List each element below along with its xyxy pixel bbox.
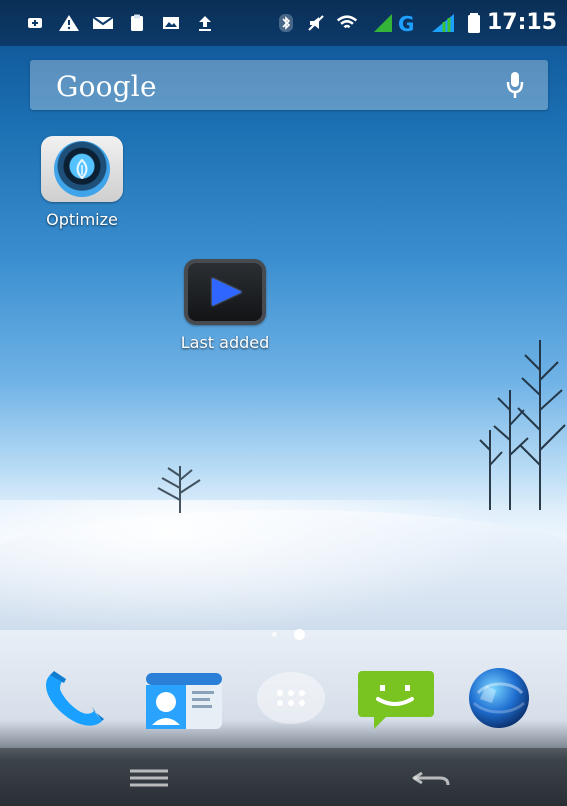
contacts-icon — [146, 673, 222, 729]
bluetooth-icon — [275, 12, 297, 34]
signal-g-icon: G — [372, 12, 424, 34]
plus-badge-icon — [24, 12, 46, 34]
mail-icon — [92, 12, 114, 34]
page-indicator — [270, 629, 310, 641]
wallpaper-snow-hill — [0, 510, 567, 630]
wallpaper-distant-tree — [157, 466, 201, 513]
mic-icon[interactable] — [504, 70, 526, 100]
battery-icon — [463, 12, 485, 34]
play-triangle-icon — [212, 278, 242, 306]
app-label: Last added — [180, 333, 270, 352]
dock-contacts[interactable] — [140, 658, 226, 738]
upload-icon — [194, 12, 216, 34]
dock-phone[interactable] — [32, 658, 118, 738]
svg-text:G: G — [398, 12, 414, 34]
app-optimize[interactable]: Optimize — [36, 136, 128, 229]
google-search-bar[interactable]: Google — [30, 60, 548, 110]
warning-icon — [58, 12, 80, 34]
page-dot-active — [294, 629, 305, 640]
leaf-icon — [76, 159, 88, 179]
menu-icon[interactable] — [126, 765, 172, 791]
app-label: Optimize — [46, 210, 118, 229]
browser-globe-icon — [469, 668, 529, 728]
home-screen: G 17:15 Google Optimize Last added — [0, 0, 567, 806]
messaging-icon — [358, 671, 434, 729]
wallpaper-trees — [479, 340, 566, 510]
phone-icon — [46, 671, 104, 726]
dock-app-drawer[interactable] — [248, 658, 334, 738]
google-search-label: Google — [56, 70, 157, 103]
clipboard-icon — [126, 12, 148, 34]
image-icon — [160, 12, 182, 34]
clock-time: 17:15 — [486, 10, 557, 35]
app-last-added[interactable]: Last added — [170, 259, 280, 352]
dock-browser[interactable] — [456, 658, 542, 738]
optimize-icon — [41, 136, 123, 202]
play-icon — [184, 259, 266, 325]
navigation-bar — [0, 748, 567, 806]
page-dot — [272, 632, 277, 637]
mute-icon — [305, 12, 327, 34]
signal-icon — [430, 12, 456, 34]
status-bar: G 17:15 — [0, 0, 567, 46]
wifi-icon — [336, 12, 358, 34]
dock — [0, 658, 567, 744]
app-drawer-icon — [257, 672, 325, 724]
back-icon[interactable] — [408, 765, 454, 791]
dock-messaging[interactable] — [352, 658, 438, 738]
